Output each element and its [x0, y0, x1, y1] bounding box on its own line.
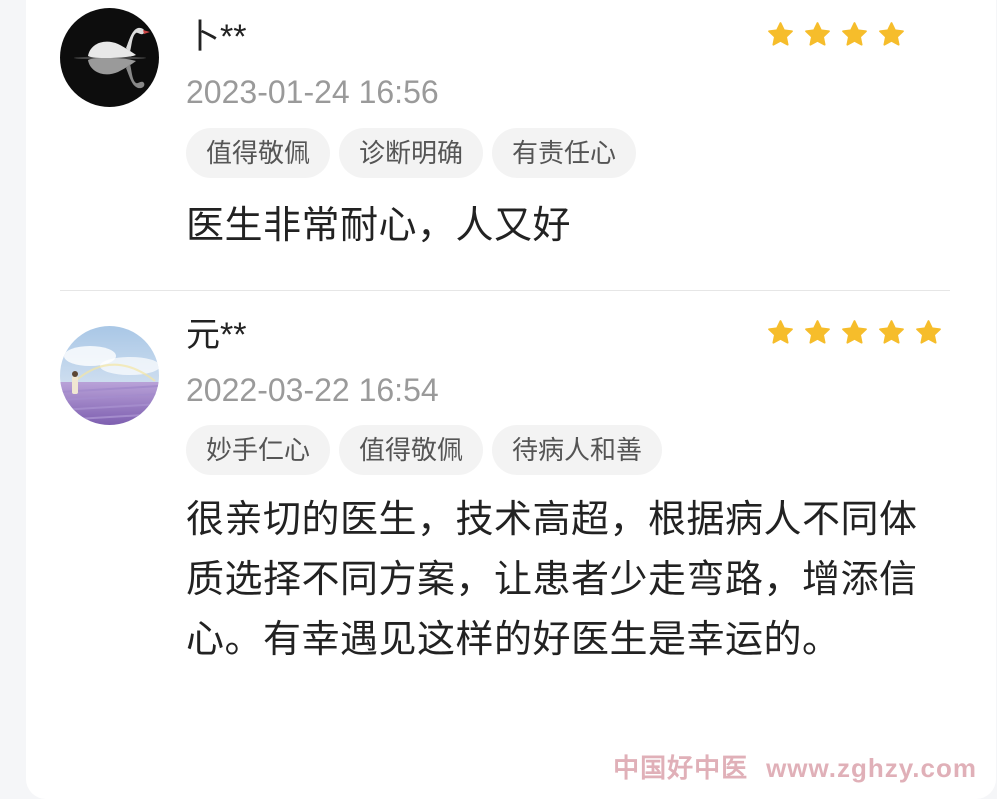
site-watermark: 中国好中医 www.zghzy.com	[613, 748, 977, 785]
review-tag: 诊断明确	[339, 128, 484, 178]
review-comment: 医生非常耐心，人又好	[186, 205, 572, 247]
star-icon	[805, 22, 830, 46]
username: 卜**	[186, 18, 247, 56]
swan-avatar-icon	[60, 8, 159, 107]
review-tags: 值得敬佩 诊断明确 有责任心	[186, 128, 637, 178]
star-icon	[805, 320, 830, 344]
star-rating	[766, 20, 906, 49]
review-divider	[60, 290, 950, 291]
review-comment: 很亲切的医生，技术高超，根据病人不同体质选择不同方案，让患者少走弯路，增添信心。…	[186, 499, 918, 661]
username: 元**	[186, 316, 247, 354]
review-tag: 待病人和善	[492, 425, 663, 475]
review-tag: 有责任心	[492, 128, 637, 178]
review-date: 2022-03-22 16:54	[186, 372, 439, 408]
star-icon	[916, 320, 941, 344]
watermark-site-name: 中国好中医	[613, 753, 749, 783]
star-rating	[766, 318, 943, 347]
user-avatar[interactable]	[60, 8, 159, 107]
review-date: 2023-01-24 16:56	[186, 74, 439, 110]
watermark-url: www.zghzy.com	[766, 753, 977, 783]
lavender-field-avatar-icon	[60, 326, 159, 425]
star-icon	[842, 320, 867, 344]
user-avatar[interactable]	[60, 326, 159, 425]
review-tag: 妙手仁心	[186, 425, 331, 475]
review-tag: 值得敬佩	[339, 425, 484, 475]
reviews-card: 卜** 2023-01-24 16:56 值得敬佩 诊断明确 有责任心 医生非常…	[26, 0, 996, 799]
star-icon	[768, 22, 793, 46]
review-tag: 值得敬佩	[186, 128, 331, 178]
star-icon	[768, 320, 793, 344]
star-icon	[842, 22, 867, 46]
star-icon	[879, 22, 904, 46]
review-tags: 妙手仁心 值得敬佩 待病人和善	[186, 425, 663, 475]
star-icon	[879, 320, 904, 344]
